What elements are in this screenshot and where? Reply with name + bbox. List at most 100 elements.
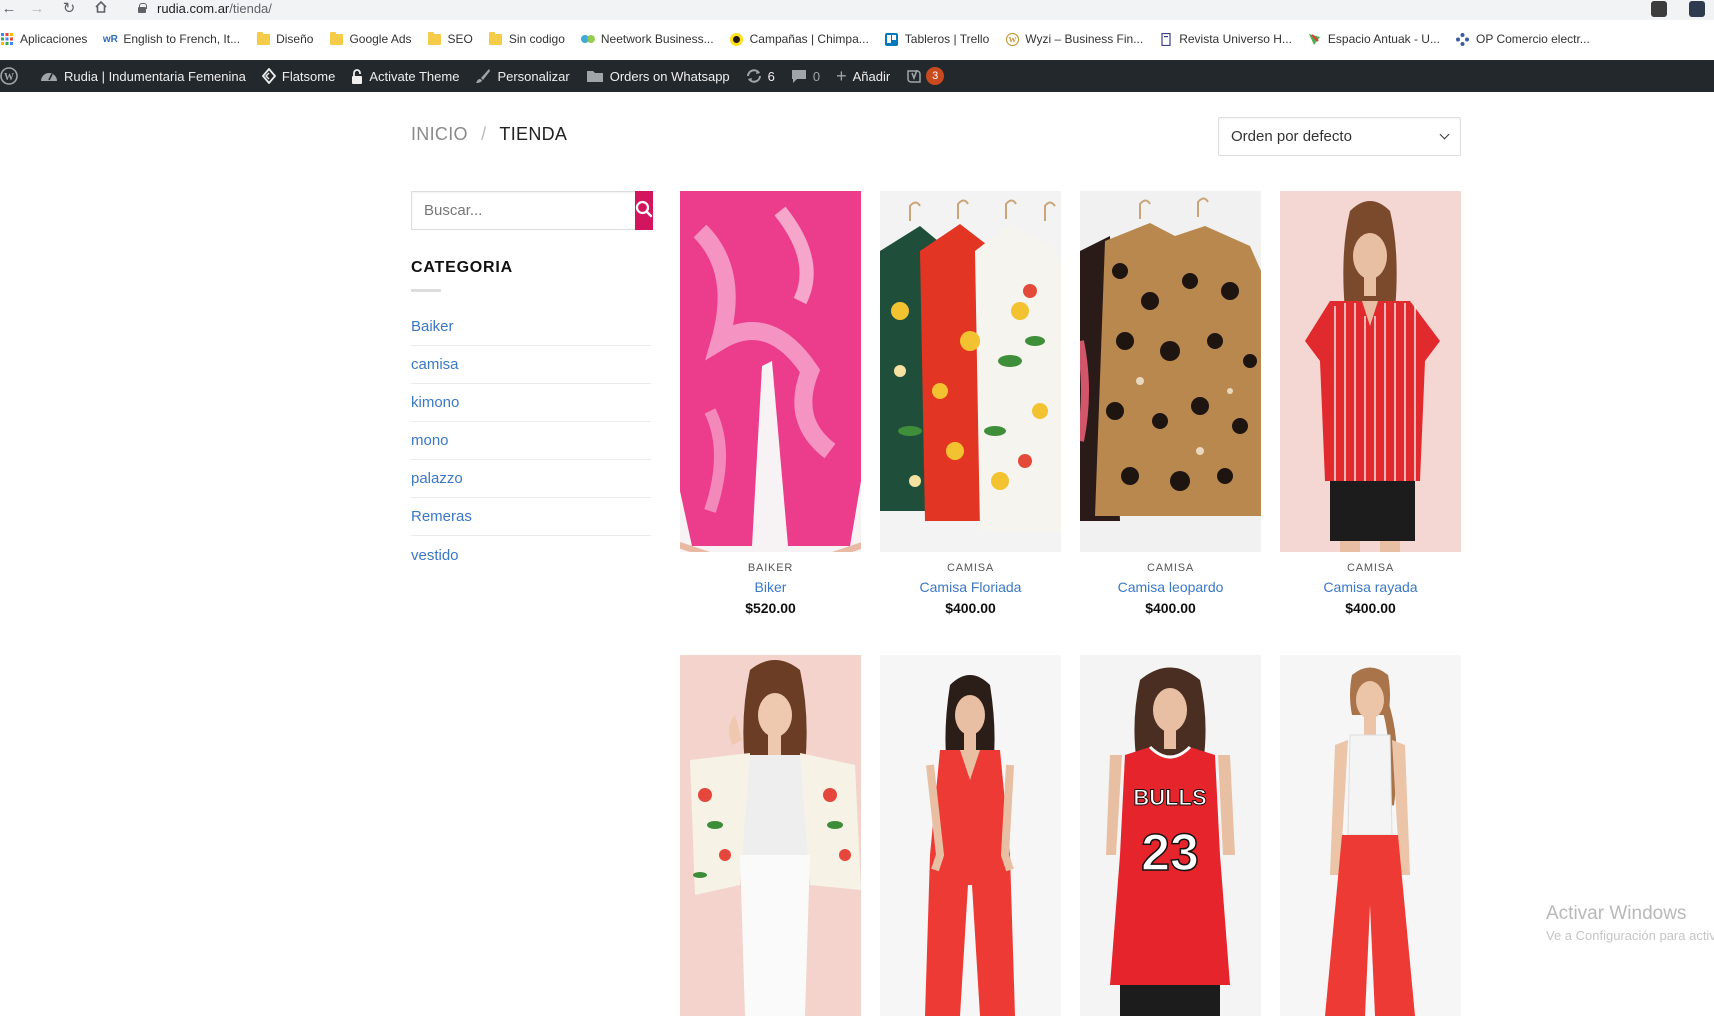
yoast-icon	[906, 68, 922, 84]
bookmark-item[interactable]: Revista Universo H...	[1159, 32, 1292, 46]
bookmark-item[interactable]: W Wyzi – Business Fin...	[1005, 32, 1143, 46]
activate-theme-button[interactable]: Activate Theme	[343, 60, 467, 92]
breadcrumb-home-link[interactable]: INICIO	[411, 124, 468, 144]
breadcrumb-current: TIENDA	[499, 124, 568, 144]
bookmark-item[interactable]: Neetwork Business...	[580, 32, 714, 46]
bookmark-item[interactable]: Aplicaciones	[0, 32, 87, 46]
product-image[interactable]	[680, 191, 861, 552]
product-image[interactable]	[880, 191, 1061, 552]
product-title-link[interactable]: Camisa leopardo	[1080, 579, 1261, 595]
product-image[interactable]	[1280, 655, 1461, 1016]
add-new-button[interactable]: + Añadir	[828, 60, 898, 92]
product-category: CAMISA	[1347, 562, 1394, 574]
bookmark-item[interactable]: Google Ads	[329, 31, 412, 46]
product-title-link[interactable]: Camisa rayada	[1280, 579, 1461, 595]
product-card[interactable]: BAIKER Biker $520.00	[680, 191, 861, 616]
apps-grid-icon	[0, 32, 14, 46]
back-icon[interactable]: ←	[0, 0, 18, 18]
title-divider	[411, 289, 441, 292]
product-image[interactable]	[680, 655, 861, 1016]
bookmark-item[interactable]: OP Comercio electr...	[1456, 32, 1590, 46]
antuak-icon	[1308, 32, 1322, 46]
site-name-button[interactable]: Rudia | Indumentaria Femenina	[32, 60, 254, 92]
breadcrumb-separator: /	[481, 124, 487, 144]
comments-button[interactable]: 0	[783, 60, 828, 92]
category-link-baiker[interactable]: Baiker	[411, 308, 651, 346]
svg-text:BULLS: BULLS	[1133, 785, 1206, 810]
flatsome-menu[interactable]: Flatsome	[254, 60, 343, 92]
neetwork-icon	[580, 32, 595, 46]
product-card[interactable]	[1280, 655, 1461, 1026]
updates-button[interactable]: 6	[738, 60, 783, 92]
search-input[interactable]	[411, 191, 635, 230]
bookmark-label: Neetwork Business...	[600, 32, 714, 46]
product-card[interactable]	[680, 655, 861, 1026]
category-link-mono[interactable]: mono	[411, 422, 651, 460]
folder-open-icon	[586, 69, 604, 83]
plus-icon: +	[836, 65, 847, 86]
op-icon	[1456, 32, 1470, 46]
product-image[interactable]: BULLS 23	[1080, 655, 1261, 1016]
product-card[interactable]: CAMISA Camisa rayada $400.00	[1280, 191, 1461, 616]
bookmark-item[interactable]: Campañas | Chimpa...	[730, 32, 869, 46]
folder-icon	[256, 31, 270, 46]
wordpress-logo-icon: W	[0, 67, 18, 85]
home-icon[interactable]	[92, 0, 110, 18]
product-image[interactable]	[1280, 191, 1461, 552]
bookmark-label: Tableros | Trello	[904, 32, 990, 46]
product-price: $400.00	[1145, 600, 1196, 616]
bookmark-label: Aplicaciones	[20, 32, 88, 46]
product-meta: CAMISA Camisa rayada $400.00	[1280, 562, 1461, 616]
product-meta: CAMISA Camisa leopardo $400.00	[1080, 562, 1261, 616]
product-title-link[interactable]: Camisa Floriada	[880, 579, 1061, 595]
category-link-vestido[interactable]: vestido	[411, 536, 651, 574]
yoast-seo-button[interactable]: 3	[898, 60, 952, 92]
product-category: CAMISA	[947, 562, 994, 574]
product-image[interactable]	[1080, 191, 1261, 552]
site-name-label: Rudia | Indumentaria Femenina	[64, 68, 246, 84]
bookmark-label: Campañas | Chimpa...	[749, 32, 869, 46]
customize-button[interactable]: Personalizar	[467, 60, 577, 92]
forward-icon[interactable]: →	[28, 0, 46, 18]
windows-activation-subtitle: Ve a Configuración para activar Windows.	[1546, 928, 1714, 943]
bookmark-label: Revista Universo H...	[1179, 32, 1292, 46]
bookmark-item[interactable]: Diseño	[256, 31, 313, 46]
folder-icon	[489, 31, 503, 46]
category-link-palazzo[interactable]: palazzo	[411, 460, 651, 498]
extension-icon[interactable]	[1651, 1, 1667, 17]
customize-label: Personalizar	[497, 68, 570, 84]
bookmark-item[interactable]: Sin codigo	[489, 31, 565, 46]
bookmark-item[interactable]: Tableros | Trello	[885, 32, 990, 46]
browser-chrome: ← → ↻ rudia.com.ar/tienda/ ☆ Aplicacione…	[0, 0, 1714, 60]
yoast-badge: 3	[926, 67, 945, 85]
bookmark-label: Google Ads	[349, 32, 412, 46]
reload-icon[interactable]: ↻	[60, 0, 78, 18]
category-link-remeras[interactable]: Remeras	[411, 498, 651, 536]
product-image[interactable]	[880, 655, 1061, 1016]
product-title-link[interactable]: Biker	[680, 579, 861, 595]
category-link-kimono[interactable]: kimono	[411, 384, 651, 422]
brush-icon	[475, 68, 491, 84]
product-card[interactable]: BULLS 23	[1080, 655, 1261, 1026]
search-icon	[635, 200, 653, 221]
wp-logo-button[interactable]: W	[0, 60, 32, 92]
bookmark-item[interactable]: Espacio Antuak - U...	[1308, 32, 1440, 46]
orderby-select[interactable]: Orden por defecto	[1218, 117, 1461, 156]
trello-icon	[885, 32, 899, 46]
bookmark-item[interactable]: SEO	[428, 31, 473, 46]
page-icon	[1159, 32, 1173, 46]
bookmark-item[interactable]: wR English to French, It...	[103, 32, 240, 46]
bookmark-label: Sin codigo	[508, 32, 565, 46]
product-card[interactable]: CAMISA Camisa leopardo $400.00	[1080, 191, 1261, 616]
product-price: $520.00	[745, 600, 796, 616]
whatsapp-orders-button[interactable]: Orders on Whatsapp	[578, 60, 738, 92]
comment-icon	[791, 69, 807, 84]
product-card[interactable]	[880, 655, 1061, 1026]
category-link-camisa[interactable]: camisa	[411, 346, 651, 384]
search-button[interactable]	[635, 191, 653, 230]
product-card[interactable]: CAMISA Camisa Floriada $400.00	[880, 191, 1061, 616]
product-category: CAMISA	[1147, 562, 1194, 574]
extension-icon-2[interactable]	[1689, 1, 1705, 17]
add-new-label: Añadir	[852, 68, 891, 84]
address-bar[interactable]: rudia.com.ar/tienda/ ☆	[124, 0, 1624, 19]
